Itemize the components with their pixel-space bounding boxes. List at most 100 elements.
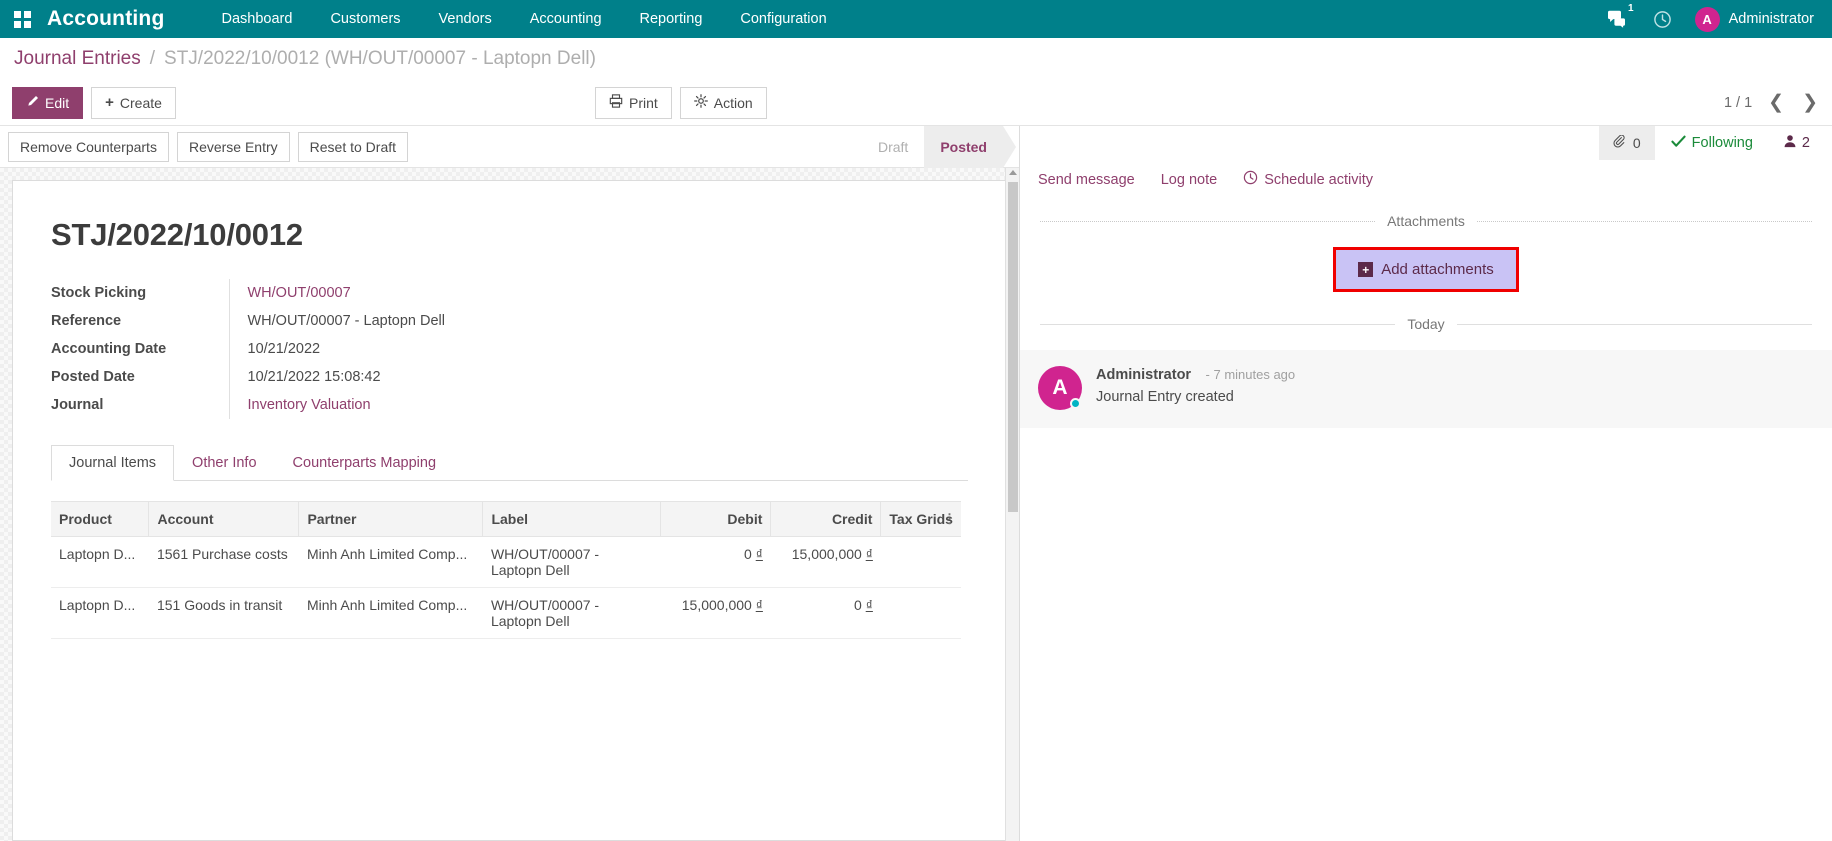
column-header-label[interactable]: Label — [483, 502, 661, 537]
control-panel: Edit + Create Print — [0, 80, 1832, 126]
cell-partner: Minh Anh Limited Comp... — [299, 537, 483, 588]
options-dots-icon[interactable]: ⋮ — [943, 511, 956, 527]
field-label-posted-date: Posted Date — [51, 363, 229, 391]
attachments-counter-button[interactable]: 0 — [1599, 126, 1655, 160]
schedule-activity-button[interactable]: Schedule activity — [1243, 170, 1373, 189]
column-header-account[interactable]: Account — [149, 502, 299, 537]
field-value-stock-picking[interactable]: WH/OUT/00007 — [229, 279, 671, 307]
navbar-right-group: 1 A Administrator — [1594, 0, 1820, 38]
cell-debit-currency: ₫ — [756, 597, 763, 613]
messages-icon[interactable]: 1 — [1594, 0, 1640, 38]
cell-tax-grids — [881, 588, 961, 639]
field-label-accounting-date: Accounting Date — [51, 335, 229, 363]
scroll-up-icon[interactable] — [1009, 170, 1017, 175]
column-header-product[interactable]: Product — [51, 502, 149, 537]
followers-count: 2 — [1802, 135, 1810, 151]
online-status-dot — [1070, 398, 1081, 409]
status-bar-buttons: Remove Counterparts Reverse Entry Reset … — [8, 132, 408, 162]
breadcrumb-separator: / — [150, 48, 155, 70]
cell-tax-grids — [881, 537, 961, 588]
column-header-credit[interactable]: Credit — [771, 502, 881, 537]
cell-partner: Minh Anh Limited Comp... — [299, 588, 483, 639]
breadcrumb: Journal Entries / STJ/2022/10/0012 (WH/O… — [0, 38, 1832, 80]
cell-debit-amount: 15,000,000 — [682, 597, 752, 613]
reset-to-draft-button[interactable]: Reset to Draft — [298, 132, 408, 162]
edit-button-label: Edit — [45, 95, 69, 111]
attachments-count: 0 — [1633, 135, 1641, 151]
cell-account: 151 Goods in transit — [149, 588, 299, 639]
column-header-tax-grids[interactable]: Tax Grids ⋮ — [881, 502, 961, 537]
edit-button[interactable]: Edit — [12, 87, 83, 119]
message-timestamp: - 7 minutes ago — [1206, 367, 1296, 382]
user-menu[interactable]: A Administrator — [1685, 0, 1820, 38]
send-message-button[interactable]: Send message — [1038, 172, 1135, 188]
message-author: Administrator — [1096, 367, 1191, 383]
form-scrollbar[interactable] — [1005, 168, 1019, 841]
cell-debit: 15,000,000 ₫ — [661, 588, 771, 639]
clock-icon — [1243, 170, 1258, 189]
table-row[interactable]: Laptopn D... 1561 Purchase costs Minh An… — [51, 537, 961, 588]
notebook: Journal Items Other Info Counterparts Ma… — [51, 445, 968, 639]
log-note-button[interactable]: Log note — [1161, 172, 1217, 188]
column-header-debit[interactable]: Debit — [661, 502, 771, 537]
attachments-section-title: Attachments — [1028, 213, 1824, 229]
field-label-journal: Journal — [51, 391, 229, 419]
tab-other-info[interactable]: Other Info — [174, 445, 274, 481]
table-header: Product Account Partner Label Debit Cred… — [51, 502, 961, 537]
top-navbar: Accounting Dashboard Customers Vendors A… — [0, 0, 1832, 38]
pager-arrows: ❮ ❯ — [1768, 93, 1818, 112]
menu-item-vendors[interactable]: Vendors — [420, 0, 511, 38]
page-title: STJ/2022/10/0012 — [51, 217, 968, 253]
clock-icon[interactable] — [1640, 0, 1685, 38]
avatar-initial: A — [1052, 376, 1067, 400]
add-attachments-button[interactable]: + Add attachments — [1333, 247, 1519, 292]
field-value-journal[interactable]: Inventory Valuation — [229, 391, 671, 419]
menu-item-customers[interactable]: Customers — [311, 0, 419, 38]
remove-counterparts-button[interactable]: Remove Counterparts — [8, 132, 169, 162]
print-button[interactable]: Print — [595, 87, 672, 119]
cell-product: Laptopn D... — [51, 588, 149, 639]
scrollbar-thumb[interactable] — [1008, 182, 1018, 512]
paperclip-icon — [1613, 135, 1627, 152]
attachments-zone: + Add attachments — [1020, 247, 1832, 292]
avatar: A — [1038, 366, 1082, 410]
user-name-label: Administrator — [1729, 11, 1814, 27]
tab-journal-items[interactable]: Journal Items — [51, 445, 174, 481]
menu-item-accounting[interactable]: Accounting — [511, 0, 621, 38]
main-content: Remove Counterparts Reverse Entry Reset … — [0, 126, 1832, 841]
print-button-label: Print — [629, 95, 658, 111]
form-fields-table: Stock Picking WH/OUT/00007 Reference WH/… — [51, 279, 671, 419]
action-button[interactable]: Action — [680, 87, 767, 119]
table-row[interactable]: Laptopn D... 151 Goods in transit Minh A… — [51, 588, 961, 639]
breadcrumb-root-journal-entries[interactable]: Journal Entries — [14, 48, 141, 70]
menu-item-reporting[interactable]: Reporting — [621, 0, 722, 38]
reverse-entry-button[interactable]: Reverse Entry — [177, 132, 290, 162]
tab-counterparts-mapping[interactable]: Counterparts Mapping — [275, 445, 454, 481]
printer-icon — [609, 94, 623, 111]
create-button[interactable]: + Create — [91, 87, 176, 119]
pager-value: 1 / 1 — [1724, 95, 1752, 111]
following-button[interactable]: Following — [1655, 126, 1769, 160]
message-body: Journal Entry created — [1096, 389, 1295, 405]
app-brand-accounting[interactable]: Accounting — [47, 7, 165, 31]
notebook-tabs: Journal Items Other Info Counterparts Ma… — [51, 445, 968, 481]
column-header-partner[interactable]: Partner — [299, 502, 483, 537]
chevron-right-icon[interactable]: ❯ — [1802, 93, 1818, 112]
menu-item-dashboard[interactable]: Dashboard — [203, 0, 312, 38]
status-stage-posted[interactable]: Posted — [924, 126, 1003, 168]
breadcrumb-current-record: STJ/2022/10/0012 (WH/OUT/00007 - Laptopn… — [164, 48, 596, 70]
followers-button[interactable]: 2 — [1769, 126, 1814, 160]
form-view: Remove Counterparts Reverse Entry Reset … — [0, 126, 1020, 841]
message-header: Administrator - 7 minutes ago — [1096, 366, 1295, 384]
menu-item-configuration[interactable]: Configuration — [721, 0, 845, 38]
message-content: Administrator - 7 minutes ago Journal En… — [1096, 366, 1295, 410]
field-row-reference: Reference WH/OUT/00007 - Laptopn Dell — [51, 307, 671, 335]
sheet-background: STJ/2022/10/0012 Stock Picking WH/OUT/00… — [0, 168, 1019, 841]
cell-debit-amount: 0 — [744, 546, 752, 562]
control-panel-center: Print Action — [595, 87, 767, 119]
plus-icon: + — [105, 95, 114, 110]
chatter-composer-actions: Send message Log note Schedule activity — [1020, 160, 1832, 189]
chevron-left-icon[interactable]: ❮ — [1768, 93, 1784, 112]
apps-grid-icon[interactable] — [14, 11, 31, 28]
chatter-topbar: 0 Following 2 — [1020, 126, 1832, 160]
